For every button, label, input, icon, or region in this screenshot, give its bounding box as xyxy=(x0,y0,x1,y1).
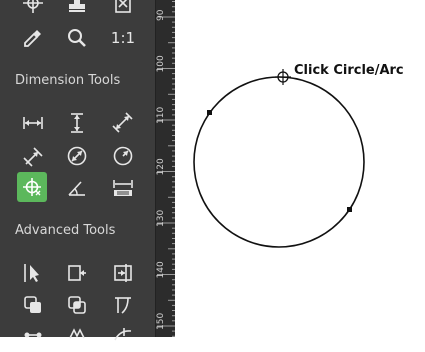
actual-size-tool[interactable]: 1:1 xyxy=(108,23,138,53)
select-arrow-icon xyxy=(22,262,44,284)
trim-icon xyxy=(112,294,134,316)
ruler-label: 130 xyxy=(156,210,166,227)
ruler-label: 110 xyxy=(156,107,166,124)
diameter-dimension-icon xyxy=(66,145,88,167)
tool-prompt-text: Click Circle/Arc xyxy=(294,63,404,78)
document-x-tool[interactable] xyxy=(108,0,138,18)
angled-dimension-tool[interactable] xyxy=(18,141,48,171)
circle-snap-cursor-icon xyxy=(275,69,291,85)
extend-right-icon xyxy=(112,262,134,284)
ruler-label: 140 xyxy=(156,261,166,278)
diameter-dimension-tool[interactable] xyxy=(62,141,92,171)
dimension-tools-heading: Dimension Tools xyxy=(15,73,121,88)
ruler-label: 100 xyxy=(156,55,166,72)
drawing-canvas[interactable] xyxy=(175,0,425,337)
partial-tool-2[interactable] xyxy=(62,322,92,352)
vertical-dimension-icon xyxy=(66,112,88,134)
vertical-ruler[interactable]: 90 100 110 120 130 140 150 xyxy=(155,0,175,337)
arc-tool-icon xyxy=(112,326,134,348)
partial-tool-3[interactable] xyxy=(108,322,138,352)
selection-handle-bottom-right[interactable] xyxy=(347,207,352,212)
aligned-dimension-icon xyxy=(112,112,134,134)
stamp-icon xyxy=(66,0,88,14)
ruler-label: 120 xyxy=(156,158,166,175)
intersect-tool[interactable] xyxy=(62,290,92,320)
vertical-dimension-tool[interactable] xyxy=(62,108,92,138)
scale-bar-tool[interactable] xyxy=(108,173,138,203)
radius-dimension-icon xyxy=(112,145,134,167)
angle-dimension-icon xyxy=(66,177,88,199)
intersect-icon xyxy=(66,294,88,316)
tool-palette: 1:1 Dimension Tools Advanced Tools xyxy=(0,0,155,341)
horizontal-dimension-icon xyxy=(22,112,44,134)
center-mark-icon xyxy=(21,176,43,198)
horizontal-dimension-tool[interactable] xyxy=(18,108,48,138)
crosshair-move-tool[interactable] xyxy=(18,0,48,18)
advanced-tools-heading: Advanced Tools xyxy=(15,223,116,238)
scale-bar-icon xyxy=(112,177,134,199)
angle-dimension-tool[interactable] xyxy=(62,173,92,203)
eyedropper-icon xyxy=(22,27,44,49)
union-icon xyxy=(22,294,44,316)
magnifier-icon xyxy=(66,27,88,49)
angled-dimension-icon xyxy=(22,145,44,167)
union-tool[interactable] xyxy=(18,290,48,320)
ruler-label: 150 xyxy=(156,313,166,330)
extend-right-tool[interactable] xyxy=(108,258,138,288)
document-x-icon xyxy=(112,0,134,14)
node-edit-icon xyxy=(22,326,44,348)
selection-handle-top-left[interactable] xyxy=(207,110,212,115)
eyedropper-tool[interactable] xyxy=(18,23,48,53)
drawn-circle[interactable] xyxy=(193,76,365,248)
ruler-label: 90 xyxy=(156,9,166,21)
stamp-tool[interactable] xyxy=(62,0,92,18)
trim-tool[interactable] xyxy=(108,290,138,320)
mirror-icon xyxy=(66,326,88,348)
extend-left-tool[interactable] xyxy=(62,258,92,288)
radius-dimension-tool[interactable] xyxy=(108,141,138,171)
partial-tool-1[interactable] xyxy=(18,322,48,352)
magnifier-tool[interactable] xyxy=(62,23,92,53)
center-mark-tool[interactable] xyxy=(17,172,47,202)
aligned-dimension-tool[interactable] xyxy=(108,108,138,138)
select-arrow-tool[interactable] xyxy=(18,258,48,288)
extend-left-icon xyxy=(66,262,88,284)
crosshair-move-icon xyxy=(22,0,44,14)
actual-size-label: 1:1 xyxy=(110,29,136,47)
